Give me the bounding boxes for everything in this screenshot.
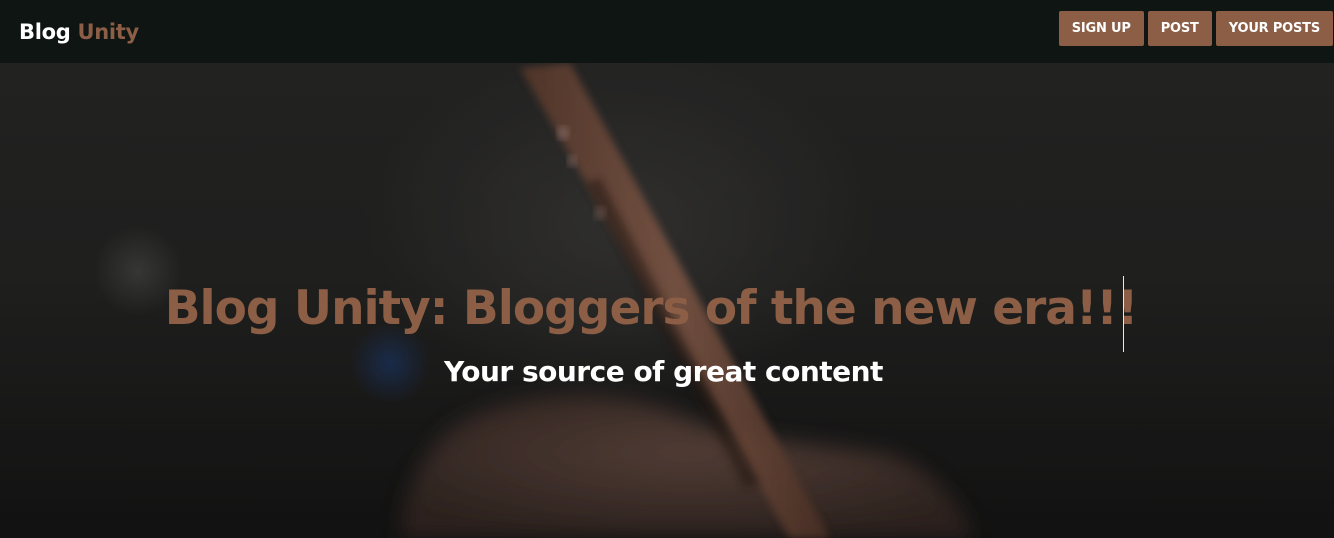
hero-section: Blog Unity: Bloggers of the new era!!! Y…: [0, 63, 1334, 538]
brand-name-part1: Blog: [19, 19, 71, 44]
text-cursor: [1123, 276, 1124, 352]
brand-logo[interactable]: Blog Unity: [19, 20, 139, 44]
hero-text: Blog Unity: Bloggers of the new era!!! Y…: [0, 63, 1334, 538]
sign-up-button[interactable]: SIGN UP: [1058, 10, 1144, 46]
post-button[interactable]: POST: [1147, 10, 1212, 46]
hero-subtitle: Your source of great content: [444, 355, 883, 388]
navbar: Blog Unity SIGN UP POST YOUR POSTS: [0, 0, 1334, 63]
hero-title: Blog Unity: Bloggers of the new era!!!: [164, 281, 1139, 336]
brand-name-part2: Unity: [77, 19, 139, 44]
your-posts-button[interactable]: YOUR POSTS: [1215, 10, 1333, 46]
nav-buttons: SIGN UP POST YOUR POSTS: [1058, 10, 1333, 46]
